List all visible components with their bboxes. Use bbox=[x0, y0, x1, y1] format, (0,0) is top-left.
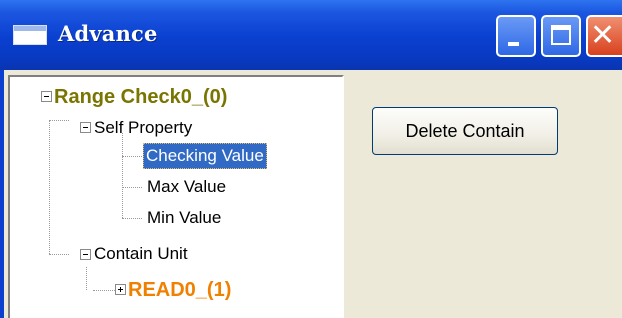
tree-line bbox=[49, 120, 69, 121]
minimize-button[interactable] bbox=[496, 15, 536, 57]
close-button[interactable]: ✕ bbox=[586, 15, 622, 57]
tree-line bbox=[86, 267, 87, 290]
maximize-icon bbox=[551, 25, 571, 45]
tree-line bbox=[122, 156, 142, 157]
tree-view[interactable]: Range Check0_(0) Self Property Checking … bbox=[8, 75, 344, 318]
window-title: Advance bbox=[58, 21, 158, 46]
tree-node-self-property[interactable]: Self Property bbox=[94, 115, 192, 141]
tree-line bbox=[122, 133, 123, 218]
tree-line bbox=[122, 187, 142, 188]
collapse-icon[interactable] bbox=[80, 122, 91, 133]
expand-icon[interactable] bbox=[115, 284, 126, 295]
tree-node-read0[interactable]: READ0_(1) bbox=[128, 277, 231, 303]
delete-contain-button[interactable]: Delete Contain bbox=[372, 107, 558, 155]
collapse-icon[interactable] bbox=[41, 91, 52, 102]
tree-node-min-value[interactable]: Min Value bbox=[147, 205, 221, 231]
tree-node-checking-value[interactable]: Checking Value bbox=[143, 143, 267, 169]
maximize-button[interactable] bbox=[541, 15, 581, 57]
title-bar[interactable]: Advance ✕ bbox=[0, 0, 622, 70]
tree-line bbox=[49, 254, 69, 255]
client-area: Range Check0_(0) Self Property Checking … bbox=[4, 70, 622, 318]
collapse-icon[interactable] bbox=[80, 249, 91, 260]
tree-line bbox=[122, 218, 142, 219]
tree-line bbox=[93, 290, 115, 291]
advance-window: Advance ✕ Range Check0_(0) Self Property bbox=[0, 0, 622, 318]
close-icon: ✕ bbox=[590, 18, 616, 53]
tree-node-contain-unit[interactable]: Contain Unit bbox=[94, 241, 188, 267]
window-icon bbox=[13, 25, 47, 45]
minimize-icon bbox=[508, 42, 519, 46]
tree-node-range-check[interactable]: Range Check0_(0) bbox=[54, 84, 227, 110]
tree-line bbox=[49, 120, 50, 254]
tree-node-max-value[interactable]: Max Value bbox=[147, 174, 226, 200]
